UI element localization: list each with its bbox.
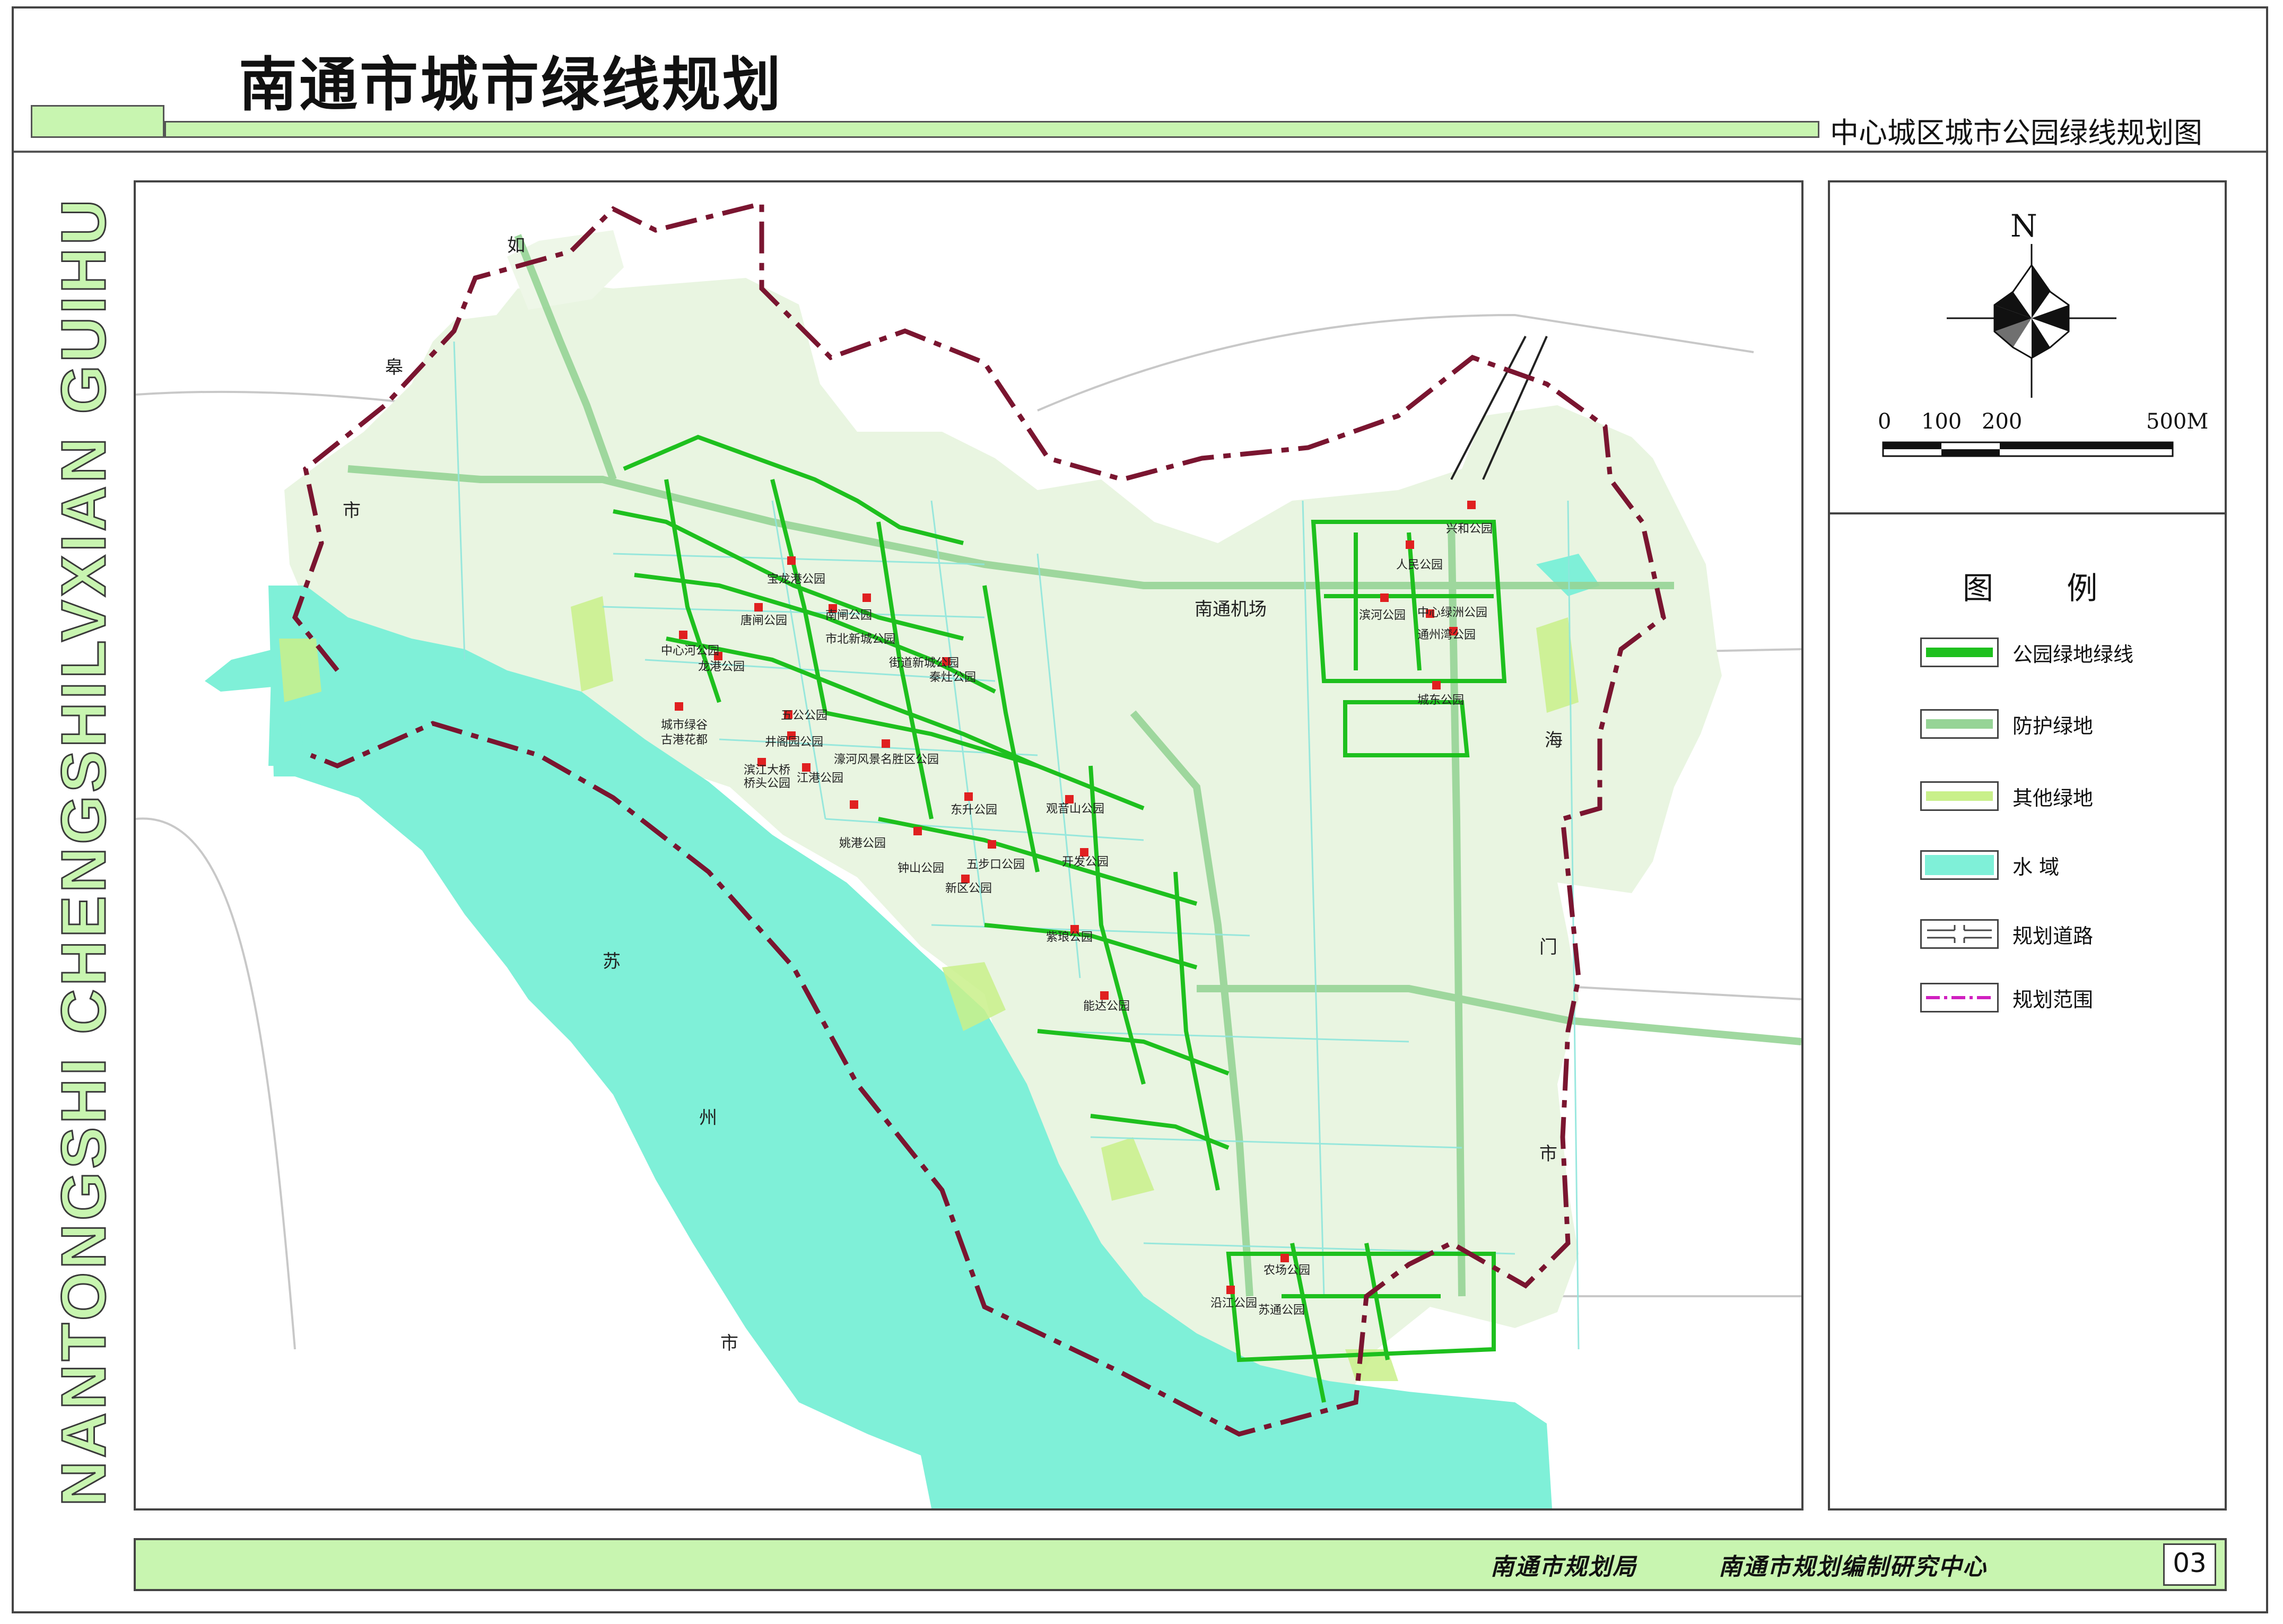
- region-label-shi-east: 市: [1539, 1143, 1557, 1165]
- page-title: 南通市城市绿线规划: [239, 51, 783, 119]
- title-bar-left: [31, 105, 164, 138]
- airport-label: 南通机场: [1195, 599, 1267, 620]
- park-label: 人民公园: [1396, 558, 1443, 572]
- region-label-gao: 皋: [385, 357, 403, 378]
- park-label: 钟山公园: [897, 862, 944, 875]
- region-label-hai: 海: [1545, 730, 1563, 751]
- scale-bar: [1882, 441, 2174, 457]
- footer-org-research-center: 南通市规划编制研究中心: [1719, 1553, 1987, 1581]
- park-label: 龙港公园: [698, 660, 745, 674]
- park-label: 古港花都: [661, 734, 708, 747]
- scale-label-500m: 500M: [2146, 409, 2209, 434]
- park-label: 井阁园公园: [765, 736, 823, 749]
- header-divider: [14, 151, 2266, 153]
- region-label-zhou: 州: [699, 1107, 717, 1129]
- park-label: 姚港公园: [839, 837, 886, 850]
- scale-bar-labels: 0 100 200 500M: [1878, 409, 2208, 436]
- park-label: 滨河公园: [1359, 609, 1406, 622]
- park-label: 沿江公园: [1210, 1297, 1257, 1310]
- park-label: 苏通公园: [1258, 1304, 1305, 1317]
- footer-org-planning-bureau: 南通市规划局: [1491, 1553, 1637, 1581]
- region-label-shi-west: 市: [343, 500, 361, 521]
- park-label: 新区公园: [945, 882, 992, 895]
- map-canvas[interactable]: 如 皋 市 苏 州 市 海 门 市 南通机场 宝龙港公园 唐闸公园 南闸公园 市…: [136, 182, 1801, 1508]
- scale-label-200: 200: [1982, 409, 2023, 434]
- park-label: 宝龙港公园: [767, 573, 825, 586]
- park-label: 农场公园: [1264, 1264, 1310, 1277]
- side-title-pinyin: NANTONGSHI CHENGSHILVXIAN GUIHUA: [48, 196, 120, 1506]
- park-label: 观音山公园: [1046, 802, 1104, 816]
- legend-label: 公园绿地绿线: [2012, 642, 2134, 666]
- park-label: 中心绿洲公园: [1417, 606, 1487, 619]
- park-label: 开发公园: [1062, 855, 1109, 869]
- park-green-line-swatch: [1920, 638, 1999, 667]
- park-label: 城市绿谷: [661, 719, 708, 732]
- legend-item-park-green-line: 公园绿地绿线: [1920, 634, 2133, 671]
- park-label: 五步口公园: [966, 858, 1025, 871]
- park-label: 桥头公园: [744, 777, 790, 790]
- park-label: 中心河公园: [661, 644, 719, 658]
- park-label: 市北新城公园: [825, 633, 895, 646]
- legend-label: 水 域: [2012, 855, 2060, 879]
- park-label: 江港公园: [797, 772, 843, 785]
- map-subtitle: 中心城区城市公园绿线规划图: [1830, 116, 2202, 150]
- park-label: 五公公园: [781, 709, 827, 722]
- protection-green-swatch: [1920, 709, 1999, 739]
- legend-divider: [1828, 512, 2227, 514]
- scale-label-100: 100: [1921, 409, 1962, 434]
- title-bar-right: [164, 121, 1819, 138]
- region-label-ru: 如: [507, 235, 525, 256]
- legend-item-protection-green: 防护绿地: [1920, 705, 2093, 743]
- park-label: 街道新城公园: [889, 657, 959, 670]
- park-label: 兴和公园: [1446, 522, 1493, 536]
- legend-title: 图 例: [1963, 570, 2130, 606]
- region-label-men: 门: [1539, 937, 1557, 958]
- region-label-su: 苏: [603, 951, 621, 972]
- region-label-shi-south: 市: [720, 1333, 738, 1354]
- other-green-swatch: [1920, 781, 1999, 811]
- park-label: 秦灶公园: [929, 671, 976, 684]
- park-label: 唐闸公园: [740, 614, 787, 627]
- legend-label: 防护绿地: [2012, 714, 2094, 738]
- park-label: 通州湾公园: [1417, 628, 1476, 642]
- park-label: 城东公园: [1417, 694, 1464, 707]
- park-label: 能达公园: [1083, 1000, 1130, 1013]
- side-title-container: NANTONGSHI CHENGSHILVXIAN GUIHUA: [47, 196, 121, 1506]
- legend-item-water: 水 域: [1920, 846, 2059, 884]
- planning-boundary-swatch: [1920, 983, 1999, 1012]
- scale-label-0: 0: [1878, 409, 1892, 434]
- water-swatch: [1920, 850, 1999, 880]
- park-label: 东升公园: [951, 804, 997, 817]
- map-frame[interactable]: 如 皋 市 苏 州 市 海 门 市 南通机场 宝龙港公园 唐闸公园 南闸公园 市…: [134, 180, 1803, 1511]
- legend-item-planning-boundary: 规划范围: [1920, 979, 2093, 1016]
- park-label: 濠河风景名胜区公园: [834, 753, 939, 766]
- planned-road-swatch: [1920, 919, 1999, 949]
- legend-label: 规划范围: [2012, 988, 2094, 1011]
- legend-label: 其他绿地: [2012, 786, 2094, 810]
- park-label: 南闸公园: [825, 609, 872, 622]
- page-number: 03: [2173, 1548, 2207, 1578]
- legend-item-other-green: 其他绿地: [1920, 778, 2093, 815]
- legend-label: 规划道路: [2012, 924, 2094, 948]
- legend-item-planned-road: 规划道路: [1920, 915, 2093, 953]
- park-label: 紫琅公园: [1046, 931, 1093, 944]
- park-label: 滨江大桥: [744, 764, 790, 777]
- compass-rose-icon: [1947, 244, 2116, 398]
